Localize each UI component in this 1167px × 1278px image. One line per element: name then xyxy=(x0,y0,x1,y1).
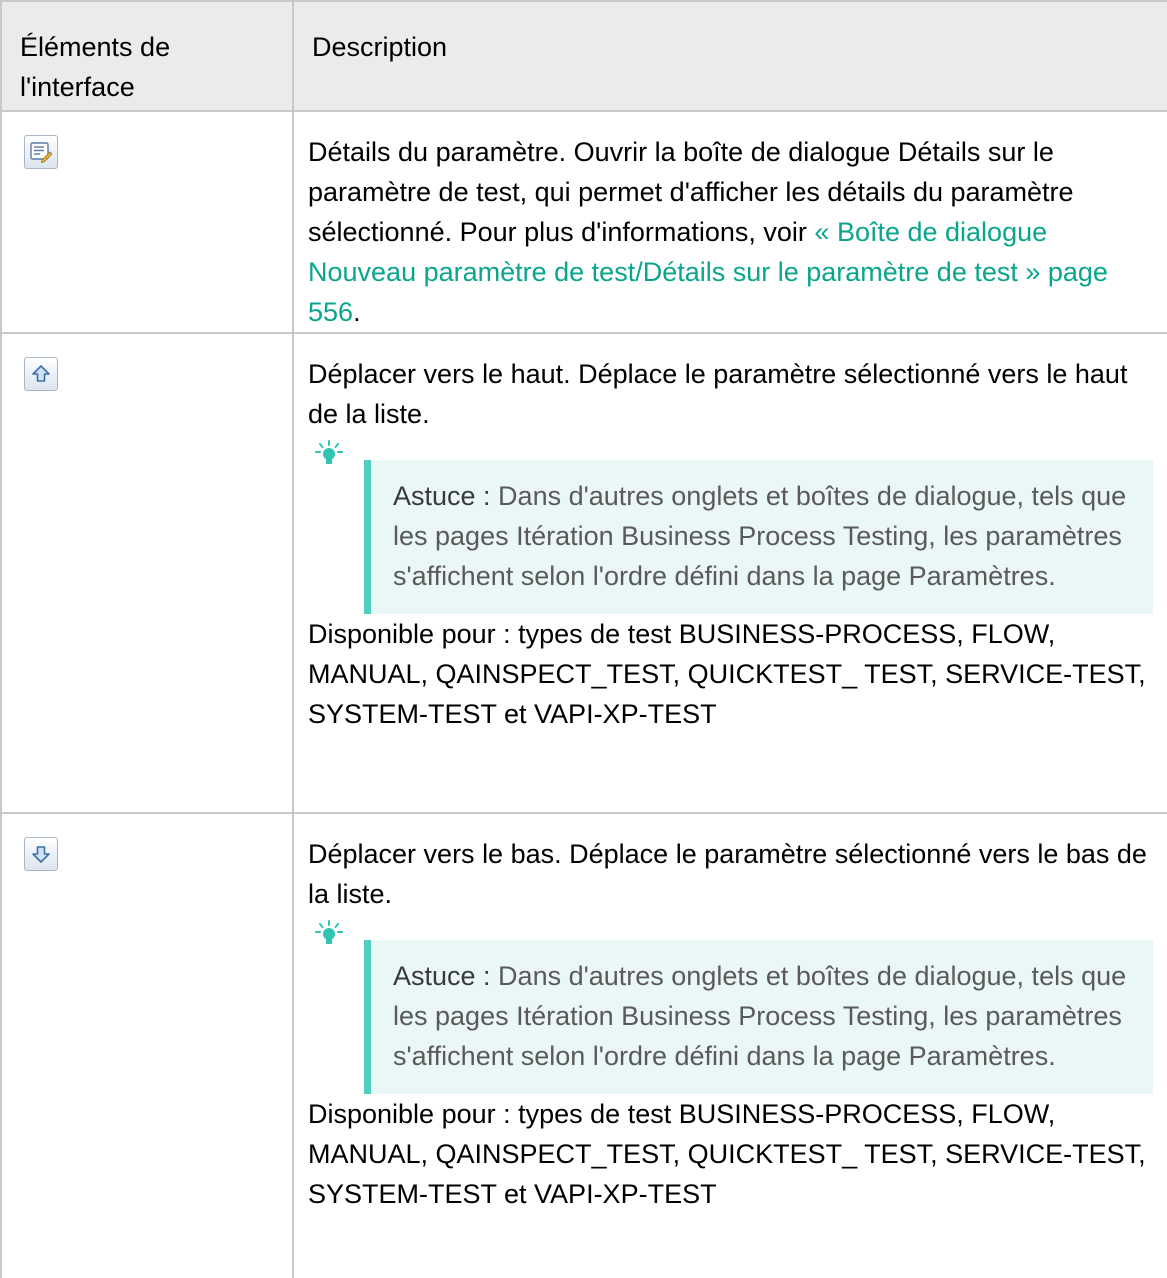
move-up-button[interactable] xyxy=(24,357,58,391)
tip-label: Astuce : xyxy=(393,961,491,991)
icon-cell xyxy=(0,813,294,1278)
tip-content: Astuce : Dans d'autres onglets et boîtes… xyxy=(364,940,1153,1094)
description-text: Déplacer vers le haut. Déplace le paramè… xyxy=(308,354,1153,434)
availability-text: Disponible pour : types de test BUSINESS… xyxy=(308,614,1153,734)
tip-label: Astuce : xyxy=(393,481,491,511)
lightbulb-icon xyxy=(315,920,343,944)
table-row: Déplacer vers le haut. Déplace le paramè… xyxy=(0,333,1167,814)
availability-label: Disponible pour xyxy=(308,619,496,649)
tip-text: Dans d'autres onglets et boîtes de dialo… xyxy=(393,481,1127,591)
availability-label: Disponible pour xyxy=(308,1099,496,1129)
header-description: Description xyxy=(292,0,1167,112)
tip-text: Dans d'autres onglets et boîtes de dialo… xyxy=(393,961,1127,1071)
header-ui-elements: Éléments de l'interface xyxy=(0,0,294,112)
tip-box: Astuce : Dans d'autres onglets et boîtes… xyxy=(314,440,1153,614)
table-row: Détails du paramètre. Ouvrir la boîte de… xyxy=(0,111,1167,334)
description-text: Déplacer vers le bas. Déplace le paramèt… xyxy=(308,834,1153,914)
lightbulb-icon xyxy=(315,440,343,464)
parameter-details-button[interactable] xyxy=(24,135,58,169)
ui-elements-table: Éléments de l'interface Description Déta… xyxy=(0,0,1167,1278)
description-text: Détails du paramètre. Ouvrir la boîte de… xyxy=(308,132,1153,332)
table-row: Déplacer vers le bas. Déplace le paramèt… xyxy=(0,813,1167,1278)
item-title: Déplacer vers le haut. xyxy=(308,359,571,389)
item-title: Détails du paramètre. xyxy=(308,137,567,167)
move-up-icon xyxy=(32,365,50,382)
tip-content: Astuce : Dans d'autres onglets et boîtes… xyxy=(364,460,1153,614)
availability-text: Disponible pour : types de test BUSINESS… xyxy=(308,1094,1153,1214)
description-cell: Déplacer vers le haut. Déplace le paramè… xyxy=(292,333,1167,814)
parameter-details-icon xyxy=(30,142,53,164)
description-cell: Détails du paramètre. Ouvrir la boîte de… xyxy=(292,111,1167,334)
text-end: . xyxy=(353,297,361,327)
move-down-button[interactable] xyxy=(24,837,58,871)
description-cell: Déplacer vers le bas. Déplace le paramèt… xyxy=(292,813,1167,1278)
move-down-icon xyxy=(32,846,50,863)
icon-cell xyxy=(0,111,294,334)
icon-cell xyxy=(0,333,294,814)
tip-box: Astuce : Dans d'autres onglets et boîtes… xyxy=(314,920,1153,1094)
item-title: Déplacer vers le bas. xyxy=(308,839,562,869)
table-header-row: Éléments de l'interface Description xyxy=(0,0,1167,112)
